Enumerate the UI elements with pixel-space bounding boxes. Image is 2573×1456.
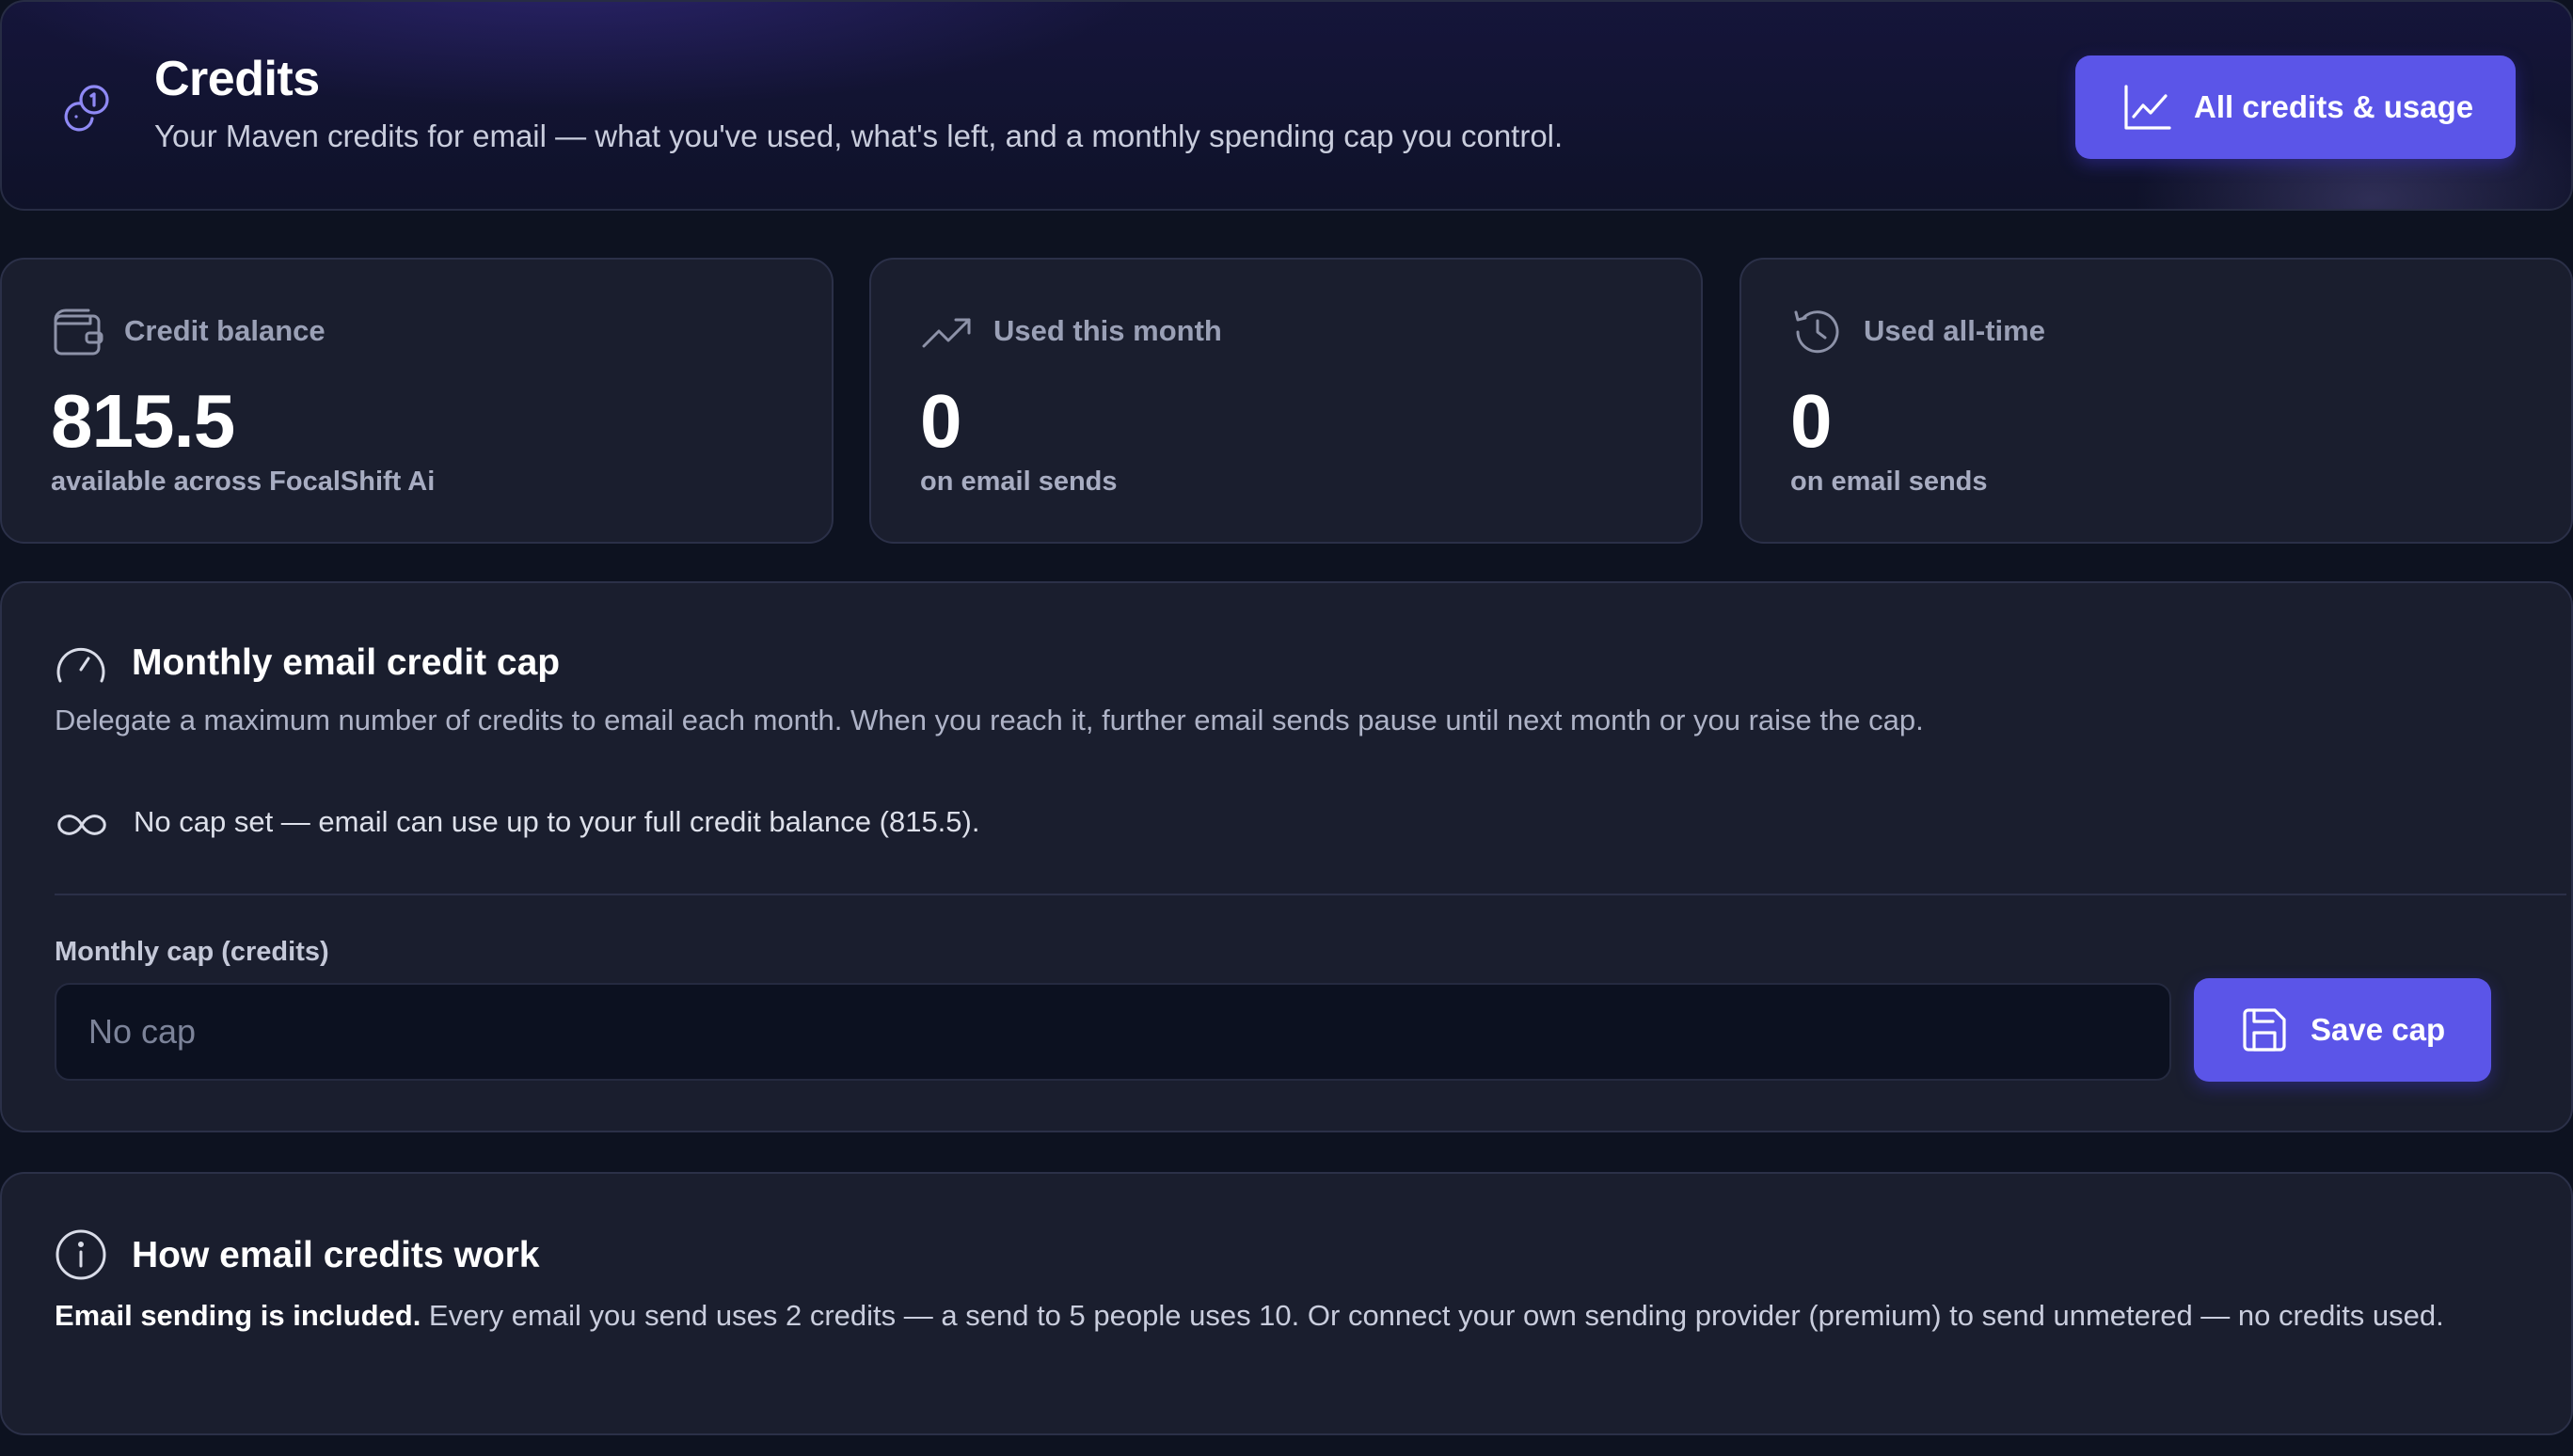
cap-section-title: Monthly email credit cap (132, 642, 561, 683)
all-credits-usage-label: All credits & usage (2194, 89, 2474, 124)
info-body: Email sending is included. Every email y… (55, 1292, 2529, 1339)
infinity-icon (57, 815, 106, 835)
save-cap-label: Save cap (2311, 1012, 2446, 1047)
stat-caption: available across FocalShift Ai (51, 467, 436, 497)
info-lead: Email sending is included. (55, 1299, 421, 1332)
stat-caption: on email sends (1790, 467, 1988, 497)
page-header: Credits Your Maven credits for email — w… (0, 0, 2573, 211)
stat-value: 0 (920, 379, 961, 463)
stat-value: 815.5 (51, 379, 235, 463)
page-subtitle: Your Maven credits for email — what you'… (154, 119, 1564, 153)
stat-card-used-all-time: Used all-time 0 on email sends (1739, 258, 2573, 544)
cap-field-label: Monthly cap (credits) (55, 937, 329, 967)
stat-card-credit-balance: Credit balance 815.5 available across Fo… (0, 258, 834, 544)
line-chart-icon (2124, 85, 2171, 130)
save-cap-button[interactable]: Save cap (2194, 978, 2491, 1082)
stat-caption: on email sends (920, 467, 1118, 497)
stat-label: Credit balance (124, 314, 326, 347)
save-icon (2243, 1008, 2286, 1052)
trending-up-icon (922, 318, 971, 348)
all-credits-usage-button[interactable]: All credits & usage (2075, 55, 2516, 159)
info-body-text: Every email you send uses 2 credits — a … (421, 1299, 2444, 1332)
coins-icon (64, 85, 109, 132)
cap-status-text: No cap set — email can use up to your fu… (134, 805, 980, 838)
info-icon (56, 1229, 106, 1280)
gauge-icon (56, 647, 105, 683)
page-title: Credits (154, 52, 320, 106)
stat-label: Used all-time (1864, 314, 2045, 347)
info-section-title: How email credits work (132, 1235, 540, 1275)
wallet-icon (54, 309, 103, 356)
divider (55, 894, 2566, 895)
stat-label: Used this month (993, 314, 1222, 347)
cap-description: Delegate a maximum number of credits to … (55, 704, 1924, 736)
stat-card-used-this-month: Used this month 0 on email sends (869, 258, 1703, 544)
credits-page: Credits Your Maven credits for email — w… (0, 0, 2573, 1456)
monthly-cap-input[interactable] (55, 983, 2171, 1081)
stat-value: 0 (1790, 379, 1832, 463)
history-icon (1794, 310, 1839, 354)
